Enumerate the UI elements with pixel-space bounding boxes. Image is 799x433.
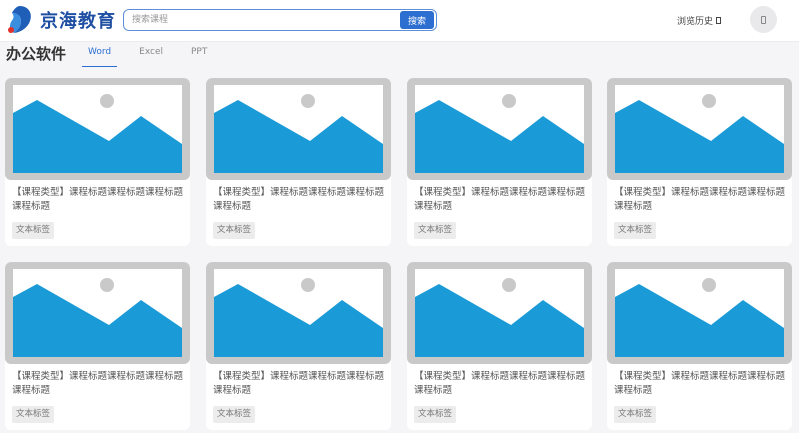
image-placeholder-icon (214, 85, 383, 173)
course-thumbnail (407, 262, 592, 364)
search-button[interactable]: 搜索 (400, 11, 434, 29)
course-tag: 文本标签 (12, 406, 55, 423)
image-placeholder-icon (415, 85, 584, 173)
browse-history-link[interactable]: 浏览历史 (677, 14, 722, 27)
course-card[interactable]: 【课程类型】课程标题课程标题课程标题课程标题 文本标签 (206, 78, 391, 246)
course-tag: 文本标签 (213, 406, 256, 423)
logo-dolphin-icon (8, 6, 31, 33)
tab-ppt[interactable]: PPT (185, 44, 213, 64)
course-card[interactable]: 【课程类型】课程标题课程标题课程标题课程标题 文本标签 (607, 262, 792, 430)
course-thumbnail (206, 78, 391, 180)
course-title: 【课程类型】课程标题课程标题课程标题课程标题 (12, 371, 184, 396)
category-tabs: Word Excel PPT (82, 44, 229, 67)
search-bar: 搜索 (123, 9, 437, 31)
course-title: 【课程类型】课程标题课程标题课程标题课程标题 (414, 371, 586, 396)
course-title: 【课程类型】课程标题课程标题课程标题课程标题 (414, 187, 586, 212)
course-tag: 文本标签 (414, 222, 457, 239)
tab-excel[interactable]: Excel (133, 44, 169, 64)
history-icon (716, 17, 722, 24)
image-placeholder-icon (13, 269, 182, 357)
tab-word[interactable]: Word (82, 44, 118, 67)
course-title: 【课程类型】课程标题课程标题课程标题课程标题 (213, 371, 385, 396)
course-title: 【课程类型】课程标题课程标题课程标题课程标题 (12, 187, 184, 212)
course-thumbnail (607, 262, 792, 364)
course-thumbnail (5, 262, 190, 364)
image-placeholder-icon (214, 269, 383, 357)
image-placeholder-icon (615, 85, 784, 173)
course-thumbnail (607, 78, 792, 180)
search-input[interactable] (124, 10, 400, 30)
course-tag: 文本标签 (213, 222, 256, 239)
course-title: 【课程类型】课程标题课程标题课程标题课程标题 (614, 371, 786, 396)
course-title: 【课程类型】课程标题课程标题课程标题课程标题 (213, 187, 385, 212)
course-thumbnail (407, 78, 592, 180)
course-card[interactable]: 【课程类型】课程标题课程标题课程标题课程标题 文本标签 (407, 78, 592, 246)
course-card[interactable]: 【课程类型】课程标题课程标题课程标题课程标题 文本标签 (607, 78, 792, 246)
course-tag: 文本标签 (614, 406, 657, 423)
course-thumbnail (206, 262, 391, 364)
course-thumbnail (5, 78, 190, 180)
browse-history-label: 浏览历史 (677, 17, 714, 27)
image-placeholder-icon (415, 269, 584, 357)
course-tag: 文本标签 (12, 222, 55, 239)
user-icon (761, 15, 766, 24)
course-card[interactable]: 【课程类型】课程标题课程标题课程标题课程标题 文本标签 (5, 78, 190, 246)
avatar[interactable] (750, 6, 777, 33)
course-tag: 文本标签 (614, 222, 657, 239)
course-tag: 文本标签 (414, 406, 457, 423)
course-title: 【课程类型】课程标题课程标题课程标题课程标题 (614, 187, 786, 212)
category-title: 办公软件 (6, 45, 67, 63)
image-placeholder-icon (13, 85, 182, 173)
top-header: 京海教育 搜索 浏览历史 (0, 0, 799, 42)
course-card[interactable]: 【课程类型】课程标题课程标题课程标题课程标题 文本标签 (407, 262, 592, 430)
course-card[interactable]: 【课程类型】课程标题课程标题课程标题课程标题 文本标签 (5, 262, 190, 430)
logo-text: 京海教育 (40, 11, 116, 32)
logo[interactable]: 京海教育 (6, 4, 116, 36)
image-placeholder-icon (615, 269, 784, 357)
course-card[interactable]: 【课程类型】课程标题课程标题课程标题课程标题 文本标签 (206, 262, 391, 430)
